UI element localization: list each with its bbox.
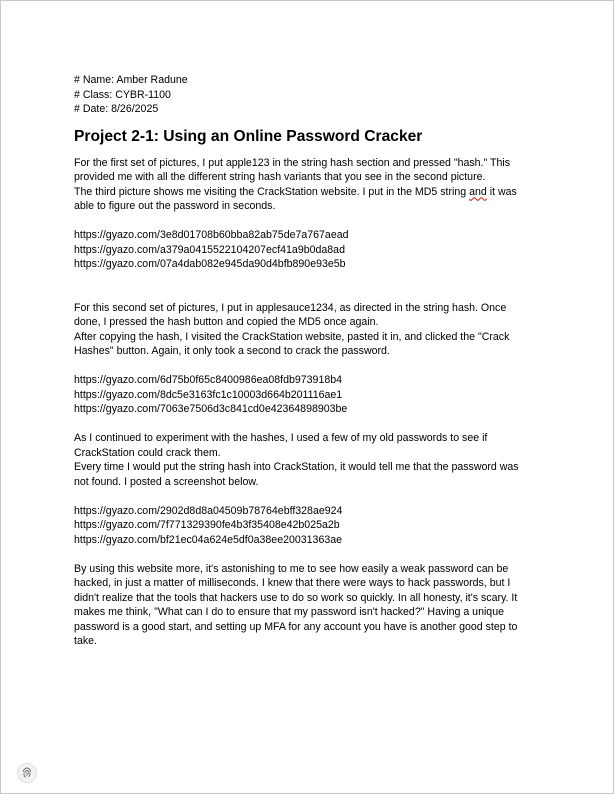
link-text[interactable]: https://gyazo.com/8dc5e3163fc1c10003d664…	[74, 388, 544, 403]
conclusion-paragraph: By using this website more, it's astonis…	[74, 562, 544, 649]
spellcheck-underlined-word[interactable]: and	[469, 186, 487, 198]
fingerprint-icon	[23, 767, 31, 778]
section1-line-3: The third picture shows me visiting the …	[74, 185, 544, 200]
conclusion-line: didn't realize that the tools that hacke…	[74, 591, 518, 604]
fingerprint-button[interactable]	[17, 763, 37, 783]
section3-line: As I continued to experiment with the ha…	[74, 432, 488, 444]
page-title: Project 2-1: Using an Online Password Cr…	[74, 127, 423, 145]
link-text[interactable]: https://gyazo.com/07a4dab082e945da90d4bf…	[74, 257, 544, 272]
section1-line: able to figure out the password in secon…	[74, 200, 276, 212]
conclusion-line: take.	[74, 635, 97, 647]
section2-links: https://gyazo.com/6d75b0f65c8400986ea08f…	[74, 373, 544, 417]
link-text[interactable]: https://gyazo.com/a379a0415522104207ecf4…	[74, 243, 544, 258]
section2-line: done, I pressed the hash button and copi…	[74, 316, 379, 328]
link-text[interactable]: https://gyazo.com/2902d8d8a04509b78764eb…	[74, 504, 544, 519]
section3-line: CrackStation could crack them.	[74, 446, 221, 459]
document-page: # Name: Amber Radune # Class: CYBR-1100 …	[0, 0, 614, 794]
section1-line-3-text: The third picture shows me visiting the …	[74, 185, 470, 198]
conclusion-line: hacked, in just a matter of milliseconds…	[74, 577, 511, 589]
section3-line: Every time I would put the string hash i…	[74, 461, 519, 473]
header-date: # Date: 8/26/2025	[74, 103, 159, 115]
section3-line: not found. I posted a screenshot below.	[74, 475, 259, 488]
link-text[interactable]: https://gyazo.com/3e8d01708b60bba82ab75d…	[74, 228, 544, 243]
section1-paragraph: For the first set of pictures, I put app…	[74, 156, 544, 214]
section3-paragraph: As I continued to experiment with the ha…	[74, 431, 544, 489]
section2-paragraph: For this second set of pictures, I put i…	[74, 301, 544, 359]
link-text[interactable]: https://gyazo.com/7f771329390fe4b3f35408…	[74, 518, 544, 533]
header-class: # Class: CYBR-1100	[74, 88, 171, 101]
section1-line: For the first set of pictures, I put app…	[74, 156, 511, 169]
conclusion-line: makes me think, "What can I do to ensure…	[74, 606, 504, 618]
document-body: # Name: Amber Radune # Class: CYBR-1100 …	[74, 73, 544, 649]
conclusion-line: password is a good start, and setting up…	[74, 620, 518, 633]
section2-line: For this second set of pictures, I put i…	[74, 301, 507, 314]
section3-links: https://gyazo.com/2902d8d8a04509b78764eb…	[74, 504, 544, 548]
section2-line: After copying the hash, I visited the Cr…	[74, 330, 510, 343]
section2-line: Hashes" button. Again, it only took a se…	[74, 345, 390, 357]
link-text[interactable]: https://gyazo.com/bf21ec04a624e5df0a38ee…	[74, 533, 544, 548]
section1-links: https://gyazo.com/3e8d01708b60bba82ab75d…	[74, 228, 544, 272]
header-name: # Name: Amber Radune	[74, 74, 188, 86]
link-text[interactable]: https://gyazo.com/6d75b0f65c8400986ea08f…	[74, 373, 544, 388]
section1-line: provided me with all the different strin…	[74, 171, 486, 183]
link-text[interactable]: https://gyazo.com/7063e7506d3c841cd0e423…	[74, 402, 544, 417]
conclusion-line: By using this website more, it's astonis…	[74, 562, 509, 575]
section1-line-3-tail: it was	[486, 185, 517, 198]
